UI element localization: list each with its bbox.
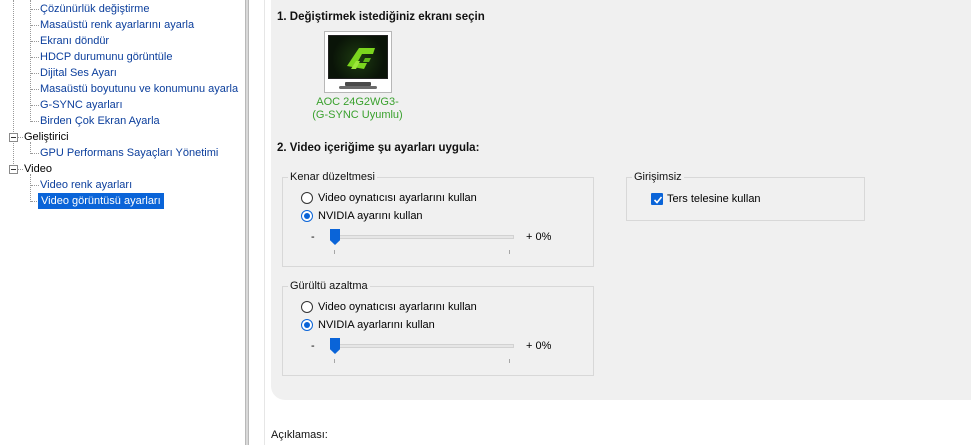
tree-connector <box>31 41 39 42</box>
tree-category-video[interactable]: Video <box>24 161 52 177</box>
edge-enhancement-title: Kenar düzeltmesi <box>288 171 377 183</box>
tree-item-video-color[interactable]: Video renk ayarları <box>40 177 132 193</box>
noise-slider-min: - <box>311 340 315 352</box>
noise-option-nvidia-label: NVIDIA ayarlarını kullan <box>318 319 435 331</box>
tree-connector <box>31 9 39 10</box>
tree-connector <box>30 174 31 202</box>
edge-slider-value: + 0% <box>526 231 552 243</box>
noise-slider-track[interactable] <box>331 344 514 348</box>
radio-button-selected[interactable] <box>301 210 313 222</box>
slider-tick <box>509 359 510 363</box>
edge-slider-min: - <box>311 231 315 243</box>
tree-item-desktop-size-position[interactable]: Masaüstü boyutunu ve konumunu ayarla <box>40 81 238 97</box>
tree-category-developer[interactable]: Geliştirici <box>24 129 69 145</box>
edge-option-nvidia-label: NVIDIA ayarını kullan <box>318 210 423 222</box>
edge-slider-track[interactable] <box>331 235 514 239</box>
collapse-icon[interactable] <box>9 165 18 174</box>
noise-reduction-title: Gürültü azaltma <box>288 280 370 292</box>
monitor-name: AOC 24G2WG3- <box>316 96 399 108</box>
slider-tick <box>334 359 335 363</box>
noise-option-player-label: Video oynatıcısı ayarlarını kullan <box>318 301 477 313</box>
tree-connector <box>31 73 39 74</box>
tree-connector <box>31 89 39 90</box>
deinterlacing-title: Girişimsiz <box>632 171 684 183</box>
inverse-telecine-label: Ters telesine kullan <box>667 193 761 205</box>
scroll-gutter <box>249 0 265 445</box>
radio-button-selected[interactable] <box>301 319 313 331</box>
description-label: Açıklaması: <box>271 429 328 441</box>
tree-item-digital-audio[interactable]: Dijital Ses Ayarı <box>40 65 117 81</box>
tree-item-gpu-perf-counters[interactable]: GPU Performans Sayaçları Yönetimi <box>40 145 218 161</box>
tree-connector <box>18 169 23 170</box>
tree-connector <box>31 25 39 26</box>
tree-connector <box>31 121 39 122</box>
tree-item-gsync[interactable]: G-SYNC ayarları <box>40 97 123 113</box>
tree-connector <box>30 0 31 122</box>
tree-item-change-resolution[interactable]: Çözünürlük değiştirme <box>40 1 149 17</box>
navigation-tree: Çözünürlük değiştirme Masaüstü renk ayar… <box>0 0 245 445</box>
tree-item-rotate-display[interactable]: Ekranı döndür <box>40 33 109 49</box>
tree-item-desktop-color[interactable]: Masaüstü renk ayarlarını ayarla <box>40 17 194 33</box>
tree-connector <box>31 185 39 186</box>
slider-tick <box>509 250 510 254</box>
noise-slider-value: + 0% <box>526 340 552 352</box>
monitor-base <box>339 86 377 89</box>
tree-connector <box>31 153 39 154</box>
tree-connector <box>18 137 23 138</box>
tree-connector <box>31 57 39 58</box>
radio-button[interactable] <box>301 192 313 204</box>
tree-item-video-image-settings[interactable]: Video görüntüsü ayarları <box>38 193 164 209</box>
step1-title: 1. Değiştirmek istediğiniz ekranı seçin <box>277 11 485 23</box>
radio-button[interactable] <box>301 301 313 313</box>
tree-connector <box>13 0 14 170</box>
collapse-icon[interactable] <box>9 133 18 142</box>
tree-item-hdcp-status[interactable]: HDCP durumunu görüntüle <box>40 49 172 65</box>
nvidia-monitor-icon <box>328 35 388 79</box>
tree-connector <box>31 105 39 106</box>
monitor-compat: (G-SYNC Uyumlu) <box>312 109 403 121</box>
step2-title: 2. Video içeriğime şu ayarları uygula: <box>277 142 480 154</box>
checkbox-checked[interactable] <box>651 193 663 205</box>
slider-tick <box>334 250 335 254</box>
tree-item-multiple-displays[interactable]: Birden Çok Ekran Ayarla <box>40 113 160 129</box>
monitor-selector[interactable] <box>324 31 392 93</box>
edge-option-player-label: Video oynatıcısı ayarlarını kullan <box>318 192 477 204</box>
